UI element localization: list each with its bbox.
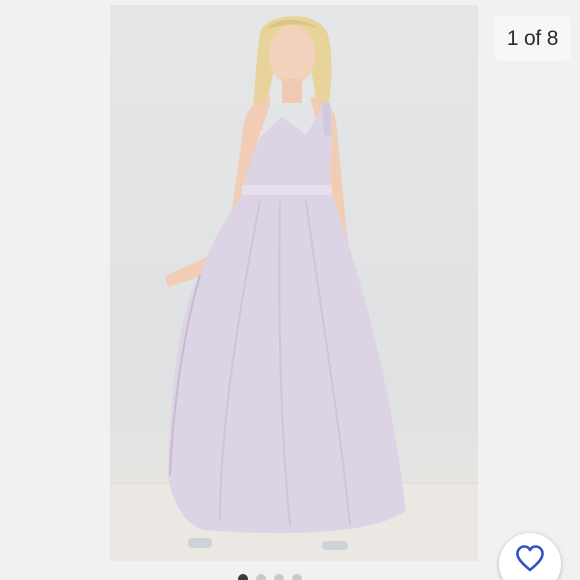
left-shoe <box>188 538 212 548</box>
image-counter-text: 1 of 8 <box>506 26 559 50</box>
face <box>269 25 315 85</box>
dress-photo <box>110 16 478 561</box>
pagination-dots[interactable] <box>238 574 302 580</box>
image-counter: 1 of 8 <box>494 16 571 61</box>
like-button[interactable] <box>499 533 561 580</box>
image-gallery-viewer[interactable]: 1 of 8 <box>0 0 580 580</box>
heart-outline-icon <box>516 545 544 572</box>
product-image[interactable] <box>110 5 478 561</box>
right-shoe <box>322 541 348 550</box>
pagination-dot[interactable] <box>256 574 266 580</box>
pagination-dot[interactable] <box>274 574 284 580</box>
pagination-dot[interactable] <box>292 574 302 580</box>
pagination-dot-active[interactable] <box>238 574 248 580</box>
